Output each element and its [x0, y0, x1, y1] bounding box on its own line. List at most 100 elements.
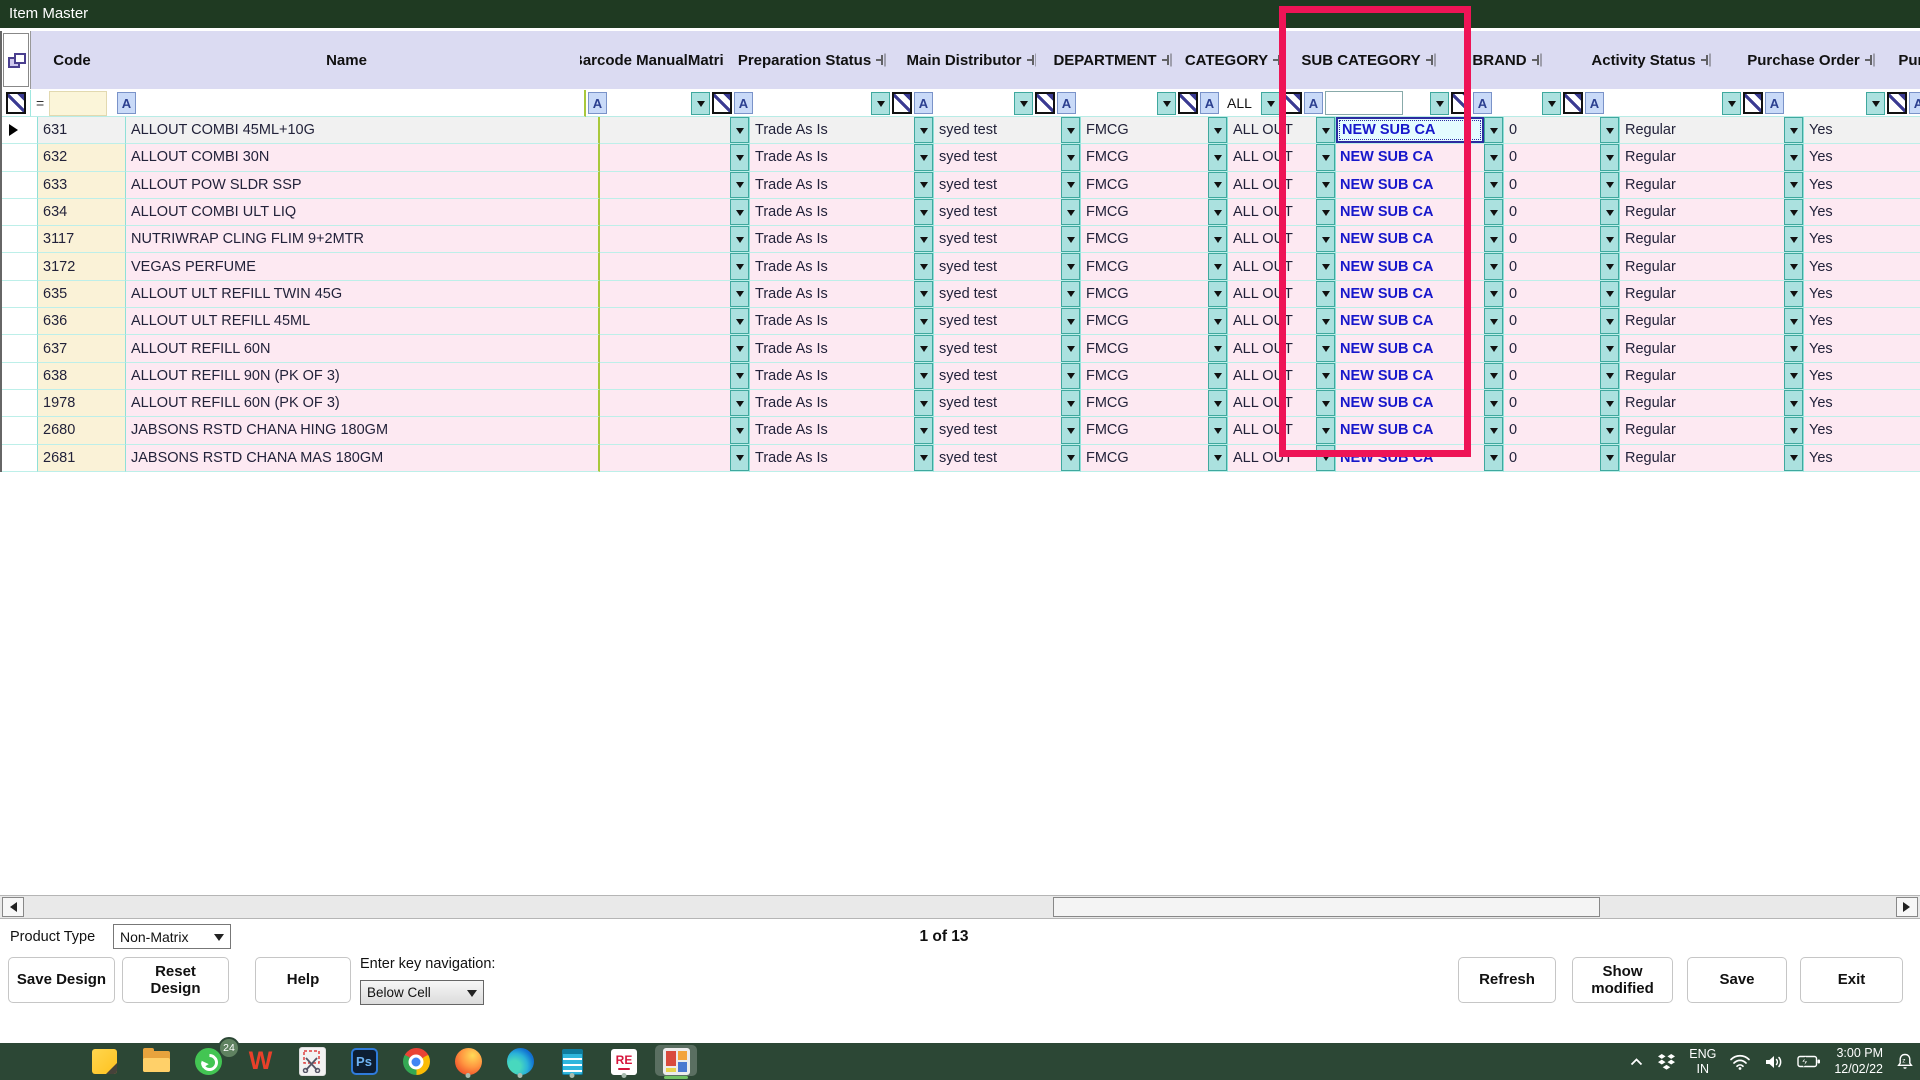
cell-value[interactable]: NEW SUB CA [1336, 199, 1484, 225]
cell-activity_status[interactable]: Regular [1620, 335, 1804, 362]
cell-brand[interactable]: 0 [1504, 417, 1620, 444]
taskbar-app-edge[interactable] [494, 1043, 546, 1080]
cell-dropdown-button[interactable] [730, 417, 749, 443]
filter-cell-preparation_status[interactable]: A [732, 90, 912, 117]
cell-dropdown-button[interactable] [1061, 172, 1080, 198]
cell-category[interactable]: ALL OUT [1228, 281, 1336, 308]
cell-dropdown-button[interactable] [1600, 253, 1619, 279]
cell-code[interactable]: 636 [38, 308, 126, 335]
cell-sub_category[interactable]: NEW SUB CA [1336, 144, 1504, 171]
cell-sub_category[interactable]: NEW SUB CA [1336, 335, 1504, 362]
table-row[interactable]: 637ALLOUT REFILL 60NTrade As Issyed test… [2, 335, 1920, 362]
cell-value[interactable]: NEW SUB CA [1336, 445, 1484, 471]
table-row[interactable]: 2680JABSONS RSTD CHANA HING 180GMTrade A… [2, 417, 1920, 444]
cell-dropdown-button[interactable] [1784, 335, 1803, 361]
cell-dropdown-button[interactable] [730, 226, 749, 252]
cell-purchase_order[interactable]: Yes [1804, 253, 1920, 280]
cell-dropdown-button[interactable] [914, 117, 933, 143]
cell-dropdown-button[interactable] [1484, 281, 1503, 307]
cell-barcode[interactable] [600, 445, 750, 472]
cell-category[interactable]: ALL OUT [1228, 308, 1336, 335]
cell-value[interactable]: NEW SUB CA [1336, 390, 1484, 416]
cell-dropdown-button[interactable] [1316, 445, 1335, 471]
cell-code[interactable]: 3117 [38, 226, 126, 253]
filter-cell-sub_category[interactable]: A [1302, 90, 1471, 117]
cell-sub_category[interactable]: NEW SUB CA [1336, 390, 1504, 417]
filter-cell-activity_status[interactable]: A [1583, 90, 1763, 117]
cell-department[interactable]: FMCG [1081, 281, 1228, 308]
filter-cell-name[interactable]: A [115, 90, 586, 117]
font-filter-icon[interactable]: A [914, 92, 933, 114]
cell-dropdown-button[interactable] [730, 308, 749, 334]
cell-dropdown-button[interactable] [914, 308, 933, 334]
pin-icon[interactable] [1865, 54, 1877, 66]
filter-dropdown-button[interactable] [1542, 92, 1561, 115]
cell-main_distributor[interactable]: syed test [934, 308, 1081, 335]
font-filter-icon[interactable]: A [1200, 92, 1219, 114]
cell-sub_category[interactable]: NEW SUB CA [1336, 445, 1504, 472]
cell-dropdown-button[interactable] [1061, 390, 1080, 416]
filter-dropdown-button[interactable] [1866, 92, 1885, 115]
font-filter-icon[interactable]: A [117, 92, 136, 114]
cell-dropdown-button[interactable] [730, 199, 749, 225]
cell-department[interactable]: FMCG [1081, 253, 1228, 280]
cell-dropdown-button[interactable] [1600, 417, 1619, 443]
cell-dropdown-button[interactable] [1484, 363, 1503, 389]
cell-sub_category[interactable]: NEW SUB CA [1336, 117, 1504, 144]
cell-brand[interactable]: 0 [1504, 199, 1620, 226]
cell-main_distributor[interactable]: syed test [934, 417, 1081, 444]
cell-code[interactable]: 633 [38, 172, 126, 199]
filter-cell-main_distributor[interactable]: A [912, 90, 1055, 117]
cell-barcode[interactable] [600, 253, 750, 280]
tray-chevron-up-icon[interactable] [1629, 1056, 1644, 1068]
filter-dropdown-button[interactable] [1014, 92, 1033, 115]
column-header-code[interactable]: Code [31, 31, 113, 89]
exit-button[interactable]: Exit [1800, 957, 1903, 1003]
cell-department[interactable]: FMCG [1081, 172, 1228, 199]
taskbar-app-item-master[interactable] [650, 1043, 702, 1080]
cell-dropdown-button[interactable] [1061, 308, 1080, 334]
cell-category[interactable]: ALL OUT [1228, 390, 1336, 417]
taskbar-app-start[interactable] [26, 1043, 78, 1080]
column-header-barcode[interactable]: Barcode ManualMatrix [580, 31, 724, 89]
font-filter-icon[interactable]: A [1585, 92, 1604, 114]
cell-dropdown-button[interactable] [730, 144, 749, 170]
cell-name[interactable]: VEGAS PERFUME [126, 253, 600, 280]
cell-name[interactable]: ALLOUT REFILL 90N (PK OF 3) [126, 363, 600, 390]
cell-preparation_status[interactable]: Trade As Is [750, 117, 934, 144]
battery-charging-icon[interactable] [1797, 1054, 1821, 1069]
filter-icon[interactable] [892, 92, 912, 114]
filter-cell-purchase_order[interactable]: A [1763, 90, 1907, 117]
font-filter-icon[interactable]: A [588, 92, 607, 114]
cell-name[interactable]: JABSONS RSTD CHANA HING 180GM [126, 417, 600, 444]
cell-dropdown-button[interactable] [1316, 117, 1335, 143]
cell-value[interactable]: NEW SUB CA [1336, 144, 1484, 170]
pin-icon[interactable] [1162, 54, 1174, 66]
product-type-select[interactable]: Non-Matrix [113, 924, 231, 949]
cell-dropdown-button[interactable] [1061, 417, 1080, 443]
cell-dropdown-button[interactable] [914, 144, 933, 170]
cell-dropdown-button[interactable] [1784, 199, 1803, 225]
cell-activity_status[interactable]: Regular [1620, 390, 1804, 417]
cell-dropdown-button[interactable] [1316, 308, 1335, 334]
cell-brand[interactable]: 0 [1504, 226, 1620, 253]
cell-sub_category[interactable]: NEW SUB CA [1336, 417, 1504, 444]
cell-department[interactable]: FMCG [1081, 445, 1228, 472]
column-header-brand[interactable]: BRAND [1453, 31, 1563, 89]
cell-dropdown-button[interactable] [1600, 281, 1619, 307]
code-filter-input[interactable] [49, 91, 107, 116]
cell-dropdown-button[interactable] [1784, 226, 1803, 252]
cell-dropdown-button[interactable] [1784, 417, 1803, 443]
cell-preparation_status[interactable]: Trade As Is [750, 417, 934, 444]
cell-purchase_order[interactable]: Yes [1804, 117, 1920, 144]
cell-name[interactable]: ALLOUT COMBI 30N [126, 144, 600, 171]
cell-barcode[interactable] [600, 144, 750, 171]
cell-dropdown-button[interactable] [1061, 117, 1080, 143]
cell-dropdown-button[interactable] [1484, 335, 1503, 361]
taskbar-app-notepad[interactable] [546, 1043, 598, 1080]
cell-activity_status[interactable]: Regular [1620, 363, 1804, 390]
cell-dropdown-button[interactable] [1316, 417, 1335, 443]
cell-dropdown-button[interactable] [730, 390, 749, 416]
cell-barcode[interactable] [600, 281, 750, 308]
cell-activity_status[interactable]: Regular [1620, 253, 1804, 280]
